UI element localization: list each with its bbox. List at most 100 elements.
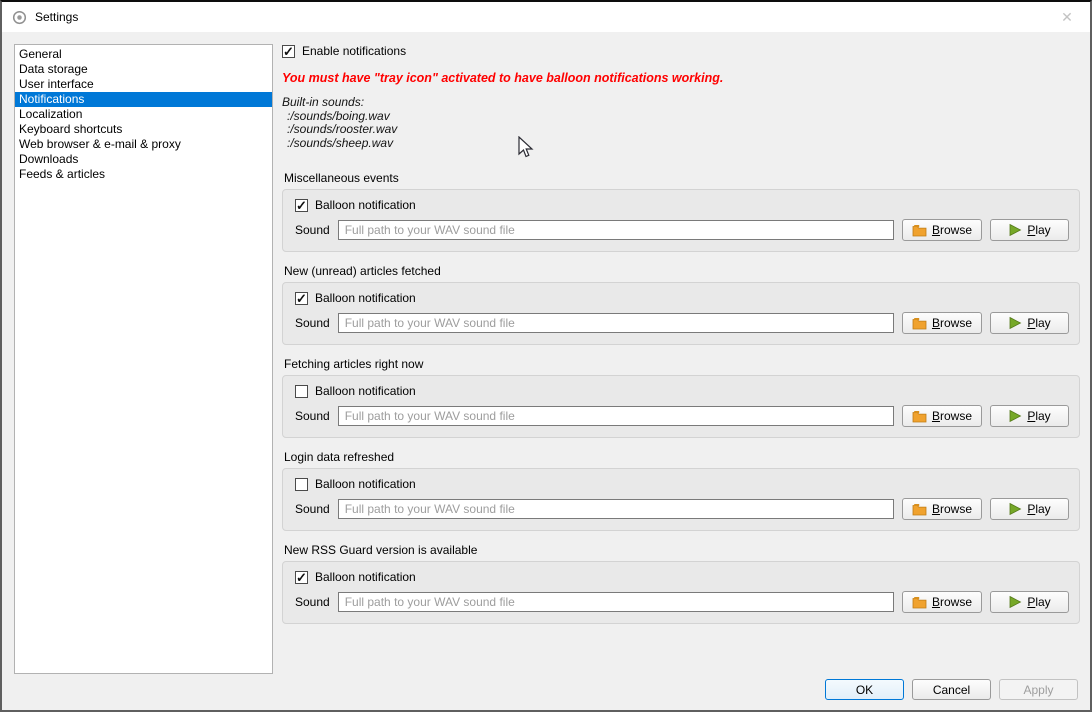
play-icon — [1008, 595, 1022, 609]
play-button-label: Play — [1027, 409, 1050, 423]
sidebar-item[interactable]: User interface — [15, 77, 272, 92]
sound-label: Sound — [295, 502, 330, 516]
section-panel: Balloon notification Sound Browse Play — [282, 189, 1080, 252]
title-bar: Settings ✕ — [2, 2, 1090, 32]
play-button-label: Play — [1027, 595, 1050, 609]
section-panel: Balloon notification Sound Browse Play — [282, 468, 1080, 531]
balloon-notification-label: Balloon notification — [315, 291, 416, 305]
sidebar-item[interactable]: Localization — [15, 107, 272, 122]
play-icon — [1008, 316, 1022, 330]
section-title: Fetching articles right now — [282, 357, 1080, 371]
sound-row: Sound Browse Play — [295, 405, 1069, 427]
play-icon — [1008, 502, 1022, 516]
browse-button[interactable]: Browse — [902, 405, 982, 427]
sound-label: Sound — [295, 316, 330, 330]
folder-icon — [912, 224, 927, 237]
sidebar-item[interactable]: Notifications — [15, 92, 272, 107]
ok-button[interactable]: OK — [825, 679, 904, 700]
enable-notifications-row[interactable]: Enable notifications — [282, 44, 1080, 58]
sound-row: Sound Browse Play — [295, 591, 1069, 613]
notifications-pane: Enable notifications You must have "tray… — [282, 44, 1080, 710]
section-title: Login data refreshed — [282, 450, 1080, 464]
balloon-notification-checkbox[interactable] — [295, 571, 308, 584]
play-button-label: Play — [1027, 502, 1050, 516]
section-panel: Balloon notification Sound Browse Play — [282, 375, 1080, 438]
balloon-notification-label: Balloon notification — [315, 198, 416, 212]
balloon-notification-checkbox[interactable] — [295, 292, 308, 305]
dialog-buttons: OK Cancel Apply — [282, 673, 1080, 710]
sound-label: Sound — [295, 409, 330, 423]
browse-button[interactable]: Browse — [902, 591, 982, 613]
browse-button[interactable]: Browse — [902, 498, 982, 520]
builtin-sound-file: :/sounds/sheep.wav — [282, 137, 1080, 151]
browse-button[interactable]: Browse — [902, 312, 982, 334]
section-panel: Balloon notification Sound Browse Play — [282, 282, 1080, 345]
play-button-label: Play — [1027, 316, 1050, 330]
builtin-sound-file: :/sounds/rooster.wav — [282, 123, 1080, 137]
balloon-notification-row[interactable]: Balloon notification — [295, 477, 1069, 491]
sound-path-input[interactable] — [338, 592, 894, 612]
balloon-notification-row[interactable]: Balloon notification — [295, 198, 1069, 212]
play-button[interactable]: Play — [990, 312, 1069, 334]
sound-path-input[interactable] — [338, 220, 894, 240]
browse-button-label: Browse — [932, 595, 972, 609]
sound-label: Sound — [295, 223, 330, 237]
section-title: New RSS Guard version is available — [282, 543, 1080, 557]
notification-section: Login data refreshed Balloon notificatio… — [282, 450, 1080, 531]
balloon-notification-row[interactable]: Balloon notification — [295, 570, 1069, 584]
tray-icon-warning: You must have "tray icon" activated to h… — [282, 71, 1080, 85]
play-icon — [1008, 409, 1022, 423]
enable-notifications-checkbox[interactable] — [282, 45, 295, 58]
balloon-notification-row[interactable]: Balloon notification — [295, 291, 1069, 305]
notification-sections: Miscellaneous events Balloon notificatio… — [282, 171, 1080, 636]
balloon-notification-label: Balloon notification — [315, 477, 416, 491]
sound-path-input[interactable] — [338, 406, 894, 426]
builtin-sound-file: :/sounds/boing.wav — [282, 110, 1080, 124]
apply-button[interactable]: Apply — [999, 679, 1078, 700]
notification-section: New RSS Guard version is available Ballo… — [282, 543, 1080, 624]
notification-section: Fetching articles right now Balloon noti… — [282, 357, 1080, 438]
notification-section: New (unread) articles fetched Balloon no… — [282, 264, 1080, 345]
balloon-notification-label: Balloon notification — [315, 384, 416, 398]
play-button-label: Play — [1027, 223, 1050, 237]
builtin-sounds-block: Built-in sounds: :/sounds/boing.wav :/so… — [282, 96, 1080, 150]
settings-dialog: Settings ✕ GeneralData storageUser inter… — [0, 0, 1092, 712]
section-panel: Balloon notification Sound Browse Play — [282, 561, 1080, 624]
folder-icon — [912, 596, 927, 609]
sidebar-item[interactable]: Downloads — [15, 152, 272, 167]
settings-category-list: GeneralData storageUser interfaceNotific… — [14, 44, 273, 674]
cancel-button[interactable]: Cancel — [912, 679, 991, 700]
play-button[interactable]: Play — [990, 219, 1069, 241]
sound-row: Sound Browse Play — [295, 498, 1069, 520]
play-button[interactable]: Play — [990, 498, 1069, 520]
play-button[interactable]: Play — [990, 405, 1069, 427]
browse-button-label: Browse — [932, 223, 972, 237]
dialog-body: GeneralData storageUser interfaceNotific… — [2, 32, 1090, 710]
browse-button-label: Browse — [932, 316, 972, 330]
browse-button[interactable]: Browse — [902, 219, 982, 241]
sound-row: Sound Browse Play — [295, 312, 1069, 334]
notification-section: Miscellaneous events Balloon notificatio… — [282, 171, 1080, 252]
browse-button-label: Browse — [932, 409, 972, 423]
sidebar-item[interactable]: Keyboard shortcuts — [15, 122, 272, 137]
balloon-notification-checkbox[interactable] — [295, 478, 308, 491]
balloon-notification-row[interactable]: Balloon notification — [295, 384, 1069, 398]
builtin-sounds-title: Built-in sounds: — [282, 96, 1080, 110]
sidebar-item[interactable]: Data storage — [15, 62, 272, 77]
sound-path-input[interactable] — [338, 313, 894, 333]
close-icon[interactable]: ✕ — [1054, 6, 1080, 28]
browse-button-label: Browse — [932, 502, 972, 516]
settings-gear-icon — [12, 10, 27, 25]
balloon-notification-checkbox[interactable] — [295, 385, 308, 398]
play-icon — [1008, 223, 1022, 237]
sidebar-item[interactable]: Feeds & articles — [15, 167, 272, 182]
window-title: Settings — [35, 10, 78, 24]
play-button[interactable]: Play — [990, 591, 1069, 613]
sound-path-input[interactable] — [338, 499, 894, 519]
sound-row: Sound Browse Play — [295, 219, 1069, 241]
sidebar-item[interactable]: General — [15, 47, 272, 62]
section-title: New (unread) articles fetched — [282, 264, 1080, 278]
balloon-notification-checkbox[interactable] — [295, 199, 308, 212]
folder-icon — [912, 503, 927, 516]
sidebar-item[interactable]: Web browser & e-mail & proxy — [15, 137, 272, 152]
